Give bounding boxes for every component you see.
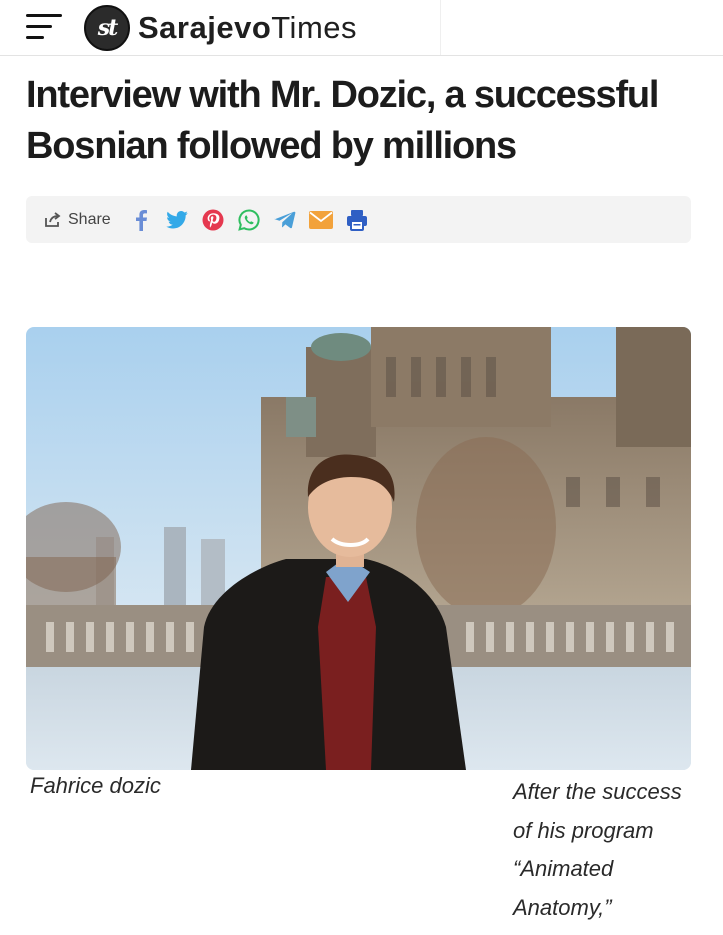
intro-line: Anatomy,” (513, 894, 612, 920)
share-icon (45, 211, 61, 227)
share-bar: Share (26, 196, 691, 243)
pinterest-icon[interactable] (200, 207, 226, 233)
photo-caption: Fahrice dozic (30, 773, 161, 798)
intro-line: After the success (513, 779, 682, 804)
intro-line: “Animated (513, 856, 614, 881)
email-icon[interactable] (308, 207, 334, 233)
logo-wordmark: SarajevoTimes (138, 10, 358, 45)
share-label: Share (68, 210, 111, 228)
share-button[interactable]: Share (44, 211, 111, 229)
article-title: Interview with Mr. Dozic, a successful B… (26, 74, 659, 167)
logo-mark-icon: st (84, 5, 130, 51)
print-icon[interactable] (344, 207, 370, 233)
site-header: st SarajevoTimes (0, 0, 723, 56)
article-intro-text: After the success of his program “Animat… (513, 773, 713, 927)
facebook-icon[interactable] (128, 207, 154, 233)
whatsapp-icon[interactable] (236, 207, 262, 233)
site-logo[interactable]: st SarajevoTimes (84, 4, 357, 52)
telegram-icon[interactable] (272, 207, 298, 233)
article-photo (26, 327, 691, 770)
twitter-icon[interactable] (164, 207, 190, 233)
intro-line: of his program (513, 817, 654, 843)
hamburger-menu-icon[interactable] (26, 14, 64, 42)
